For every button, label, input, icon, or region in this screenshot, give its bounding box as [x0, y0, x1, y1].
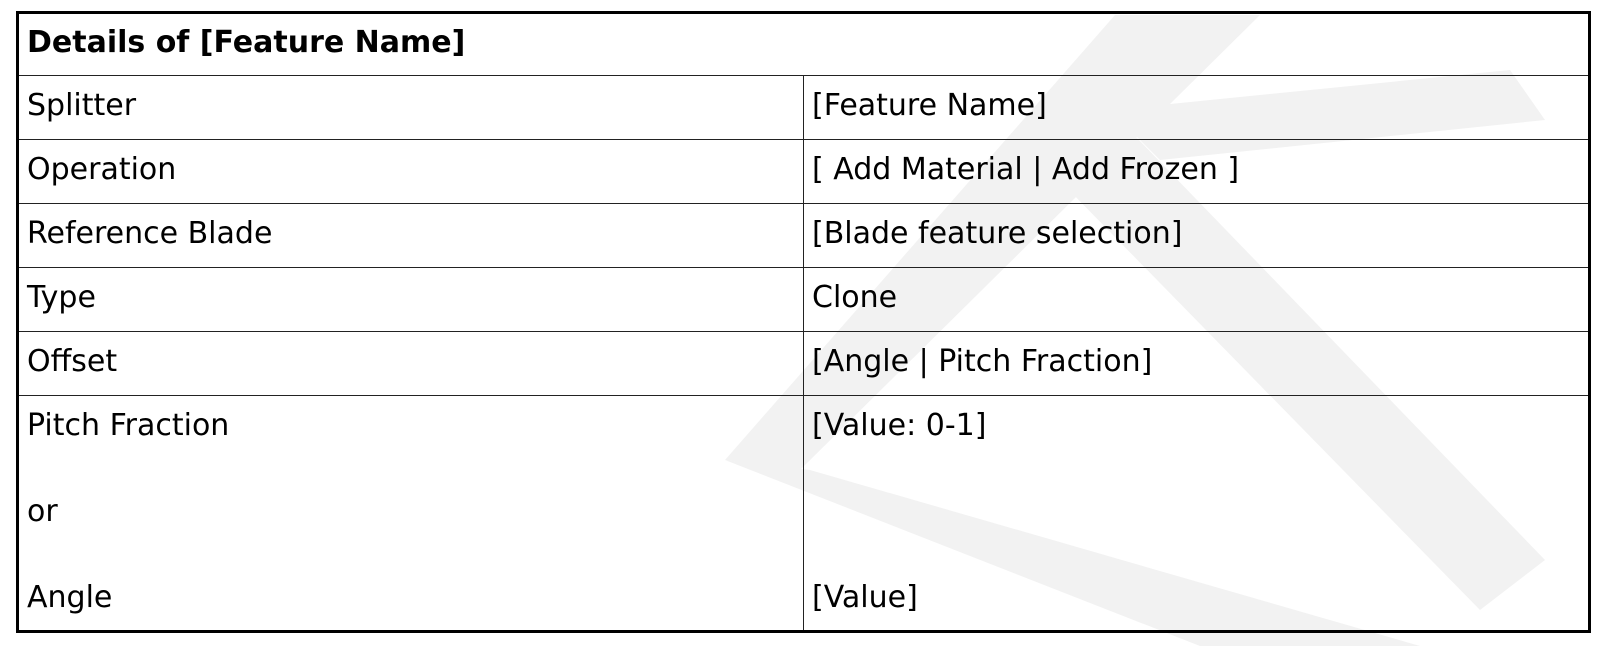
row-value: [Feature Name] [803, 75, 1590, 140]
row-label: Operation [17, 139, 804, 204]
value-line: [Value] [812, 580, 918, 615]
table-row: Type Clone [17, 267, 1590, 332]
row-value: [Value: 0-1] [Value] [803, 395, 1590, 632]
value-line: [Value: 0-1] [812, 408, 987, 443]
row-value: [Blade feature selection] [803, 203, 1590, 268]
table-row: Offset [Angle | Pitch Fraction] [17, 331, 1590, 396]
table-row: Operation [ Add Material | Add Frozen ] [17, 139, 1590, 204]
table-row: Splitter [Feature Name] [17, 75, 1590, 140]
label-line: or [27, 494, 58, 529]
value-line [812, 494, 1580, 580]
row-label: Type [17, 267, 804, 332]
row-label: Pitch Fraction or Angle [17, 395, 804, 632]
label-line: Angle [27, 580, 113, 615]
row-label: Splitter [17, 75, 804, 140]
table-row: Pitch Fraction or Angle [Value: 0-1] [Va… [17, 395, 1590, 632]
row-value: Clone [803, 267, 1590, 332]
row-value: [Angle | Pitch Fraction] [803, 331, 1590, 396]
table-title: Details of [Feature Name] [17, 12, 1590, 76]
label-line: Pitch Fraction [27, 408, 230, 443]
row-label: Reference Blade [17, 203, 804, 268]
table-row: Reference Blade [Blade feature selection… [17, 203, 1590, 268]
feature-details-table: Details of [Feature Name] Splitter [Feat… [16, 11, 1591, 633]
row-label: Offset [17, 331, 804, 396]
row-value: [ Add Material | Add Frozen ] [803, 139, 1590, 204]
